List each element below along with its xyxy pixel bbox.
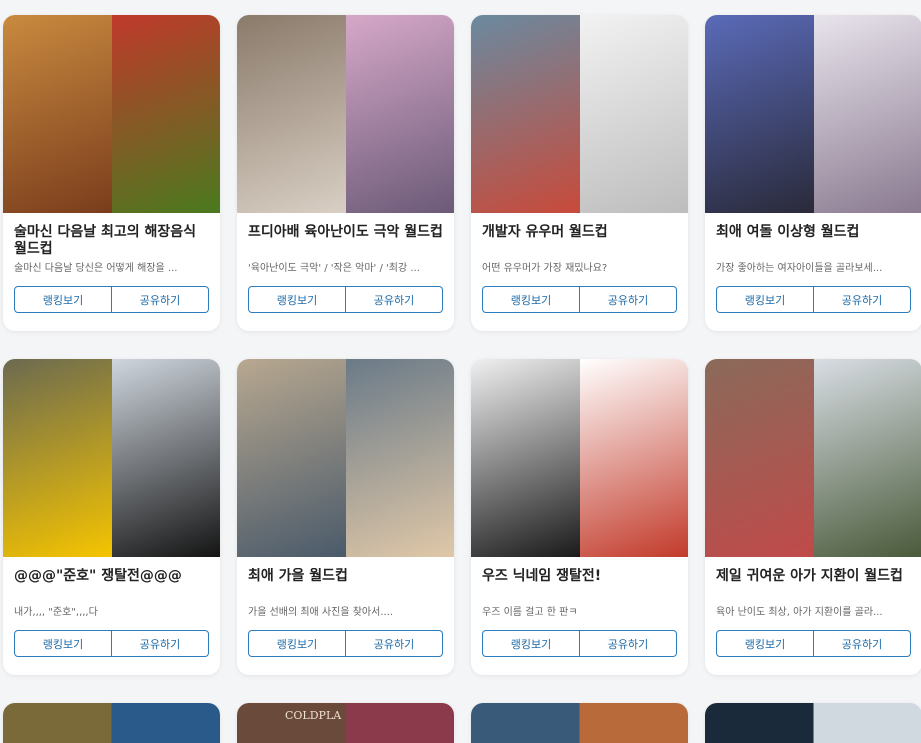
card-description: 가장 좋아하는 여자아이들을 골라보세... [716,262,911,276]
card-title[interactable]: 개발자 유우머 월드컵 [482,224,677,258]
card-title[interactable]: 제일 귀여운 아가 지환이 월드컵 [716,568,911,602]
card-actions: 랭킹보기 공유하기 [248,630,443,657]
worldcup-card[interactable]: 최애 여돌 이상형 월드컵 가장 좋아하는 여자아이들을 골라보세... 랭킹보… [705,15,921,331]
ranking-button[interactable]: 랭킹보기 [482,630,580,657]
card-title[interactable]: 술마신 다음날 최고의 해장음식 월드컵 [14,224,209,258]
thumbnail-left[interactable] [3,15,112,213]
card-title[interactable]: 최애 여돌 이상형 월드컵 [716,224,911,258]
thumbnail-left[interactable] [3,359,112,557]
card-description: 술마신 다음날 당신은 어떻게 해장을 ... [14,262,209,276]
card-actions: 랭킹보기 공유하기 [716,286,911,313]
card-body: 최애 여돌 이상형 월드컵 가장 좋아하는 여자아이들을 골라보세... 랭킹보… [705,213,921,331]
card-body: @@@"준호" 쟁탈전@@@ 내가,,,, "준호",,,,다 랭킹보기 공유하… [3,557,220,675]
card-description: 어떤 유우머가 가장 재밌나요? [482,262,677,276]
share-button[interactable]: 공유하기 [580,286,677,313]
ranking-button[interactable]: 랭킹보기 [14,630,112,657]
ranking-button[interactable]: 랭킹보기 [716,286,814,313]
ranking-button[interactable]: 랭킹보기 [716,630,814,657]
card-thumbnails[interactable] [3,15,220,213]
thumbnail-left[interactable] [237,15,346,213]
worldcup-card[interactable]: 우즈 닉네임 쟁탈전! 우즈 이름 걸고 한 판ㅋ 랭킹보기 공유하기 [471,359,688,675]
card-thumbnails[interactable] [3,703,220,743]
card-actions: 랭킹보기 공유하기 [14,286,209,313]
card-title[interactable]: 최애 가을 월드컵 [248,568,443,602]
card-actions: 랭킹보기 공유하기 [248,286,443,313]
worldcup-card[interactable]: @@@"준호" 쟁탈전@@@ 내가,,,, "준호",,,,다 랭킹보기 공유하… [3,359,220,675]
thumbnail-left[interactable] [705,15,814,213]
thumbnail-right[interactable] [814,15,921,213]
card-thumbnails[interactable] [471,15,688,213]
card-thumbnails[interactable] [237,359,454,557]
card-actions: 랭킹보기 공유하기 [482,286,677,313]
card-thumbnails[interactable]: COLDPLA [237,703,454,743]
thumbnail-right[interactable] [580,15,689,213]
card-description: 가을 선배의 최애 사진을 찾아서.... [248,606,443,620]
worldcup-card-partial[interactable] [3,703,220,743]
card-body: 술마신 다음날 최고의 해장음식 월드컵 술마신 다음날 당신은 어떻게 해장을… [3,213,220,331]
card-title[interactable]: @@@"준호" 쟁탈전@@@ [14,568,209,602]
share-button[interactable]: 공유하기 [814,630,911,657]
share-button[interactable]: 공유하기 [580,630,677,657]
thumbnail-right[interactable] [814,359,921,557]
share-button[interactable]: 공유하기 [112,286,209,313]
share-button[interactable]: 공유하기 [346,630,443,657]
worldcup-card-partial[interactable] [471,703,688,743]
card-thumbnails[interactable] [705,15,921,213]
card-thumbnails[interactable] [705,359,921,557]
card-thumbnails[interactable] [237,15,454,213]
card-description: 내가,,,, "준호",,,,다 [14,606,209,620]
card-body: 최애 가을 월드컵 가을 선배의 최애 사진을 찾아서.... 랭킹보기 공유하… [237,557,454,675]
worldcup-card[interactable]: 프디아배 육아난이도 극악 월드컵 '육아난이도 극악' / '작은 악마' /… [237,15,454,331]
card-thumbnails[interactable] [3,359,220,557]
worldcup-card[interactable]: 최애 가을 월드컵 가을 선배의 최애 사진을 찾아서.... 랭킹보기 공유하… [237,359,454,675]
card-description: 육아 난이도 최상, 아가 지환이를 골라... [716,606,911,620]
worldcup-card-partial[interactable]: COLDPLA [237,703,454,743]
card-title[interactable]: 우즈 닉네임 쟁탈전! [482,568,677,602]
ranking-button[interactable]: 랭킹보기 [482,286,580,313]
thumbnail-right[interactable] [346,15,455,213]
thumbnail-right[interactable] [112,359,221,557]
card-actions: 랭킹보기 공유하기 [716,630,911,657]
worldcup-card[interactable]: 술마신 다음날 최고의 해장음식 월드컵 술마신 다음날 당신은 어떻게 해장을… [3,15,220,331]
share-button[interactable]: 공유하기 [814,286,911,313]
worldcup-card[interactable]: 개발자 유우머 월드컵 어떤 유우머가 가장 재밌나요? 랭킹보기 공유하기 [471,15,688,331]
card-body: 우즈 닉네임 쟁탈전! 우즈 이름 걸고 한 판ㅋ 랭킹보기 공유하기 [471,557,688,675]
card-actions: 랭킹보기 공유하기 [14,630,209,657]
worldcup-card[interactable]: 제일 귀여운 아가 지환이 월드컵 육아 난이도 최상, 아가 지환이를 골라.… [705,359,921,675]
thumbnail-right[interactable] [112,15,221,213]
thumbnail-right[interactable] [346,359,455,557]
thumbnail-caption: COLDPLA [237,703,341,743]
worldcup-card-partial[interactable] [705,703,921,743]
partial-card-row: COLDPLA [3,703,921,743]
card-thumbnails[interactable] [471,703,688,743]
card-actions: 랭킹보기 공유하기 [482,630,677,657]
card-body: 개발자 유우머 월드컵 어떤 유우머가 가장 재밌나요? 랭킹보기 공유하기 [471,213,688,331]
card-thumbnails[interactable] [705,703,921,743]
card-title[interactable]: 프디아배 육아난이도 극악 월드컵 [248,224,443,258]
share-button[interactable]: 공유하기 [112,630,209,657]
thumbnail-right[interactable] [580,359,689,557]
share-button[interactable]: 공유하기 [346,286,443,313]
ranking-button[interactable]: 랭킹보기 [14,286,112,313]
thumbnail-left[interactable] [705,359,814,557]
thumbnail-left[interactable] [471,15,580,213]
card-thumbnails[interactable] [471,359,688,557]
worldcup-card-grid: 술마신 다음날 최고의 해장음식 월드컵 술마신 다음날 당신은 어떻게 해장을… [3,15,921,675]
card-body: 제일 귀여운 아가 지환이 월드컵 육아 난이도 최상, 아가 지환이를 골라.… [705,557,921,675]
ranking-button[interactable]: 랭킹보기 [248,630,346,657]
ranking-button[interactable]: 랭킹보기 [248,286,346,313]
thumbnail-left[interactable] [237,359,346,557]
card-body: 프디아배 육아난이도 극악 월드컵 '육아난이도 극악' / '작은 악마' /… [237,213,454,331]
card-description: '육아난이도 극악' / '작은 악마' / '최강 ... [248,262,443,276]
thumbnail-left[interactable] [471,359,580,557]
card-description: 우즈 이름 걸고 한 판ㅋ [482,606,677,620]
